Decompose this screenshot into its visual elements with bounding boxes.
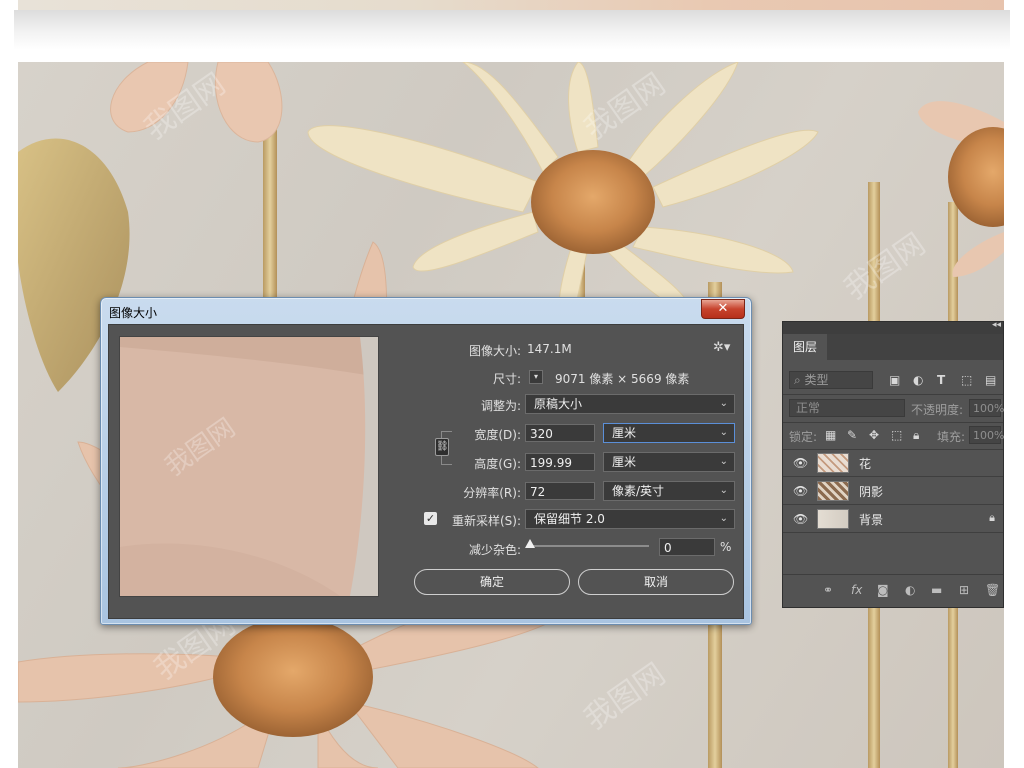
width-unit-select[interactable]: 厘米 ⌄	[603, 423, 735, 443]
noise-input[interactable]: 0	[659, 538, 715, 556]
link-icon[interactable]: ⚭	[823, 583, 833, 597]
fit-to-value: 原稿大小	[534, 397, 583, 411]
layer-thumbnail	[817, 509, 849, 529]
chevron-down-icon: ⌄	[719, 513, 728, 524]
chevron-down-icon: ⌄	[719, 485, 728, 496]
close-button[interactable]: ✕	[701, 299, 745, 319]
resolution-unit-select[interactable]: 像素/英寸 ⌄	[603, 481, 735, 501]
fill-input[interactable]: 100%	[969, 426, 1004, 444]
chevron-down-icon[interactable]: ▾	[529, 370, 543, 384]
new-layer-icon[interactable]: ⊞	[959, 583, 969, 597]
ok-button[interactable]: 确定	[414, 569, 570, 595]
fit-to-label: 调整为:	[480, 399, 521, 413]
layer-filter-label: 类型	[804, 373, 829, 387]
lock-transparent-icon[interactable]: ▦	[825, 428, 836, 442]
visibility-eye-icon[interactable]: 👁︎	[793, 456, 808, 470]
height-unit-select[interactable]: 厘米 ⌄	[603, 452, 735, 472]
cancel-button[interactable]: 取消	[578, 569, 734, 595]
lock-label: 锁定:	[789, 430, 818, 444]
smart-object-filter-icon[interactable]: ▤	[985, 373, 996, 387]
lock-all-icon[interactable]: 🔒︎	[913, 428, 919, 443]
fill-label: 填充:	[937, 430, 966, 444]
width-unit-value: 厘米	[612, 426, 637, 440]
dimensions-label: 尺寸:	[492, 372, 521, 386]
opacity-input[interactable]: 100%	[969, 399, 1004, 417]
fx-icon[interactable]: fx	[851, 583, 862, 597]
panel-tab-row: 图层	[783, 334, 1003, 360]
image-size-label: 图像大小:	[468, 344, 521, 358]
layer-name: 阴影	[859, 485, 884, 499]
collapse-icon[interactable]: ◂◂	[992, 320, 1001, 330]
blend-mode-select[interactable]: 正常	[789, 399, 905, 417]
lock-icon: 🔒︎	[989, 511, 995, 524]
type-filter-icon[interactable]: T	[937, 373, 945, 387]
resample-select[interactable]: 保留细节 2.0 ⌄	[525, 509, 735, 529]
width-input[interactable]: 320	[525, 424, 595, 442]
layer-row[interactable]: 👁︎ 背景 🔒︎	[783, 506, 1003, 533]
image-size-value: 147.1M	[527, 342, 572, 356]
layers-panel: ◂◂ 图层 ⌕ 类型 ▣ ◐ T ⬚ ▤ 正常 不透明度: 100% 锁定: ▦…	[782, 320, 1004, 608]
folder-icon[interactable]: ▬	[931, 583, 942, 597]
opacity-label: 不透明度:	[911, 403, 964, 417]
noise-slider-thumb[interactable]	[525, 539, 535, 548]
resolution-input[interactable]: 72	[525, 482, 595, 500]
layers-toolbar: ⚭ fx ◙ ◐ ▬ ⊞ 🗑︎	[783, 574, 1003, 607]
noise-slider-track[interactable]	[529, 545, 649, 547]
dialog-body: 我图网 图像大小: 147.1M ✲▾ 尺寸: ▾ 9071 像素 × 5669…	[108, 324, 744, 619]
image-size-dialog: 图像大小 ✕ 我图网 图像大小: 147.1M ✲▾ 尺寸: ▾ 9071 像素…	[100, 297, 752, 625]
height-input[interactable]: 199.99	[525, 453, 595, 471]
dialog-title: 图像大小	[109, 306, 158, 320]
image-preview[interactable]: 我图网	[119, 336, 379, 597]
divider	[783, 394, 1003, 395]
shape-filter-icon[interactable]: ⬚	[961, 373, 972, 387]
panel-header-bar: ◂◂	[783, 320, 1003, 334]
chevron-down-icon: ⌄	[719, 427, 728, 438]
resolution-unit-value: 像素/英寸	[612, 484, 665, 498]
trash-icon[interactable]: 🗑︎	[985, 583, 1000, 597]
layer-row[interactable]: 👁︎ 花	[783, 450, 1003, 477]
noise-unit: %	[720, 540, 732, 554]
resolution-label: 分辨率(R):	[463, 486, 521, 500]
adjustment-filter-icon[interactable]: ◐	[913, 373, 923, 387]
layer-name: 背景	[859, 513, 884, 527]
height-unit-value: 厘米	[612, 455, 637, 469]
chevron-down-icon: ⌄	[719, 398, 728, 409]
divider	[783, 422, 1003, 423]
resample-value: 保留细节 2.0	[534, 512, 605, 526]
preview-image	[120, 337, 378, 596]
lock-paint-icon[interactable]: ✎	[847, 428, 857, 442]
resample-label: 重新采样(S):	[451, 514, 521, 528]
layer-thumbnail	[817, 453, 849, 473]
dimensions-value: 9071 像素 × 5669 像素	[555, 372, 690, 386]
resample-checkbox[interactable]: ✓	[424, 512, 437, 525]
gear-icon[interactable]: ✲▾	[713, 340, 730, 355]
visibility-eye-icon[interactable]: 👁︎	[793, 484, 808, 498]
layer-thumbnail	[817, 481, 849, 501]
image-shadow	[14, 10, 1010, 50]
chevron-down-icon: ⌄	[719, 456, 728, 467]
lock-artboard-icon[interactable]: ⬚	[891, 428, 902, 442]
previous-image-strip	[18, 0, 1004, 10]
reduce-noise-label: 减少杂色:	[468, 543, 521, 557]
layer-row[interactable]: 👁︎ 阴影	[783, 478, 1003, 505]
layer-name: 花	[859, 457, 872, 471]
adjustment-icon[interactable]: ◐	[905, 583, 915, 597]
mask-icon[interactable]: ◙	[877, 583, 889, 597]
width-label: 宽度(D):	[474, 428, 521, 442]
fit-to-select[interactable]: 原稿大小 ⌄	[525, 394, 735, 414]
visibility-eye-icon[interactable]: 👁︎	[793, 512, 808, 526]
height-label: 高度(G):	[474, 457, 521, 471]
tab-layers[interactable]: 图层	[783, 334, 827, 360]
lock-move-icon[interactable]: ✥	[869, 428, 879, 442]
image-filter-icon[interactable]: ▣	[889, 373, 900, 387]
layer-filter-select[interactable]: ⌕ 类型	[789, 371, 873, 389]
